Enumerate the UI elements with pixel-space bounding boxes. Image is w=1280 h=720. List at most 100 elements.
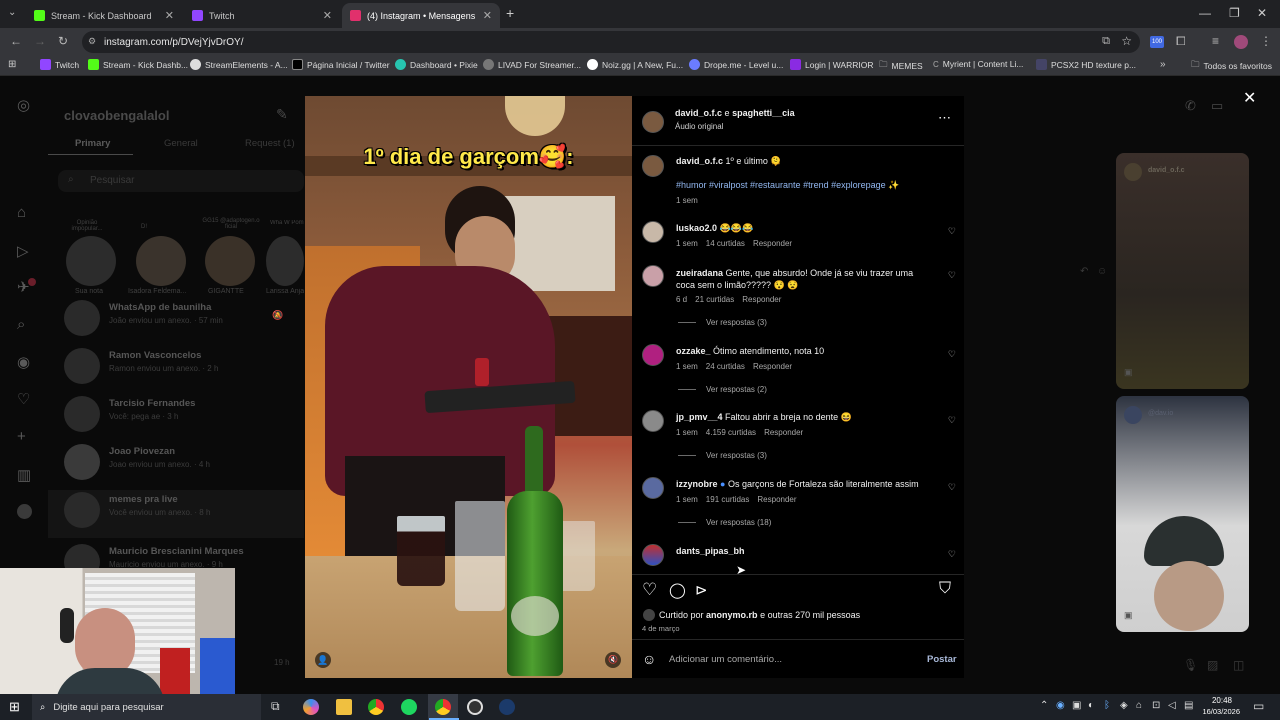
restore-icon[interactable]: ❐ [1229, 6, 1240, 20]
new-message-icon[interactable]: ✎ [276, 106, 288, 123]
sticker-icon[interactable]: ◫ [1233, 658, 1244, 672]
comment-user[interactable]: luskao2.0 [676, 223, 717, 233]
phone-icon[interactable]: ✆ [1185, 98, 1196, 114]
file-explorer-icon[interactable] [336, 699, 352, 715]
collab-link[interactable]: spaghetti__cia [732, 108, 795, 118]
reply-link[interactable]: Responder [764, 428, 803, 437]
commenter-avatar[interactable] [642, 265, 664, 287]
like-comment-icon[interactable]: ♡ [948, 349, 956, 360]
explore-icon[interactable]: ◉ [17, 353, 30, 371]
story-note[interactable] [66, 236, 116, 286]
author-avatar[interactable] [642, 155, 664, 177]
likes-count[interactable]: 14 curtidas [706, 239, 745, 248]
search-input[interactable]: ⌕ Pesquisar [58, 170, 304, 192]
bookmark-item[interactable]: Noiz.gg | A New, Fu... [587, 59, 683, 70]
story-note[interactable] [136, 236, 186, 286]
close-icon[interactable]: ✕ [323, 9, 332, 22]
chrome-icon[interactable] [435, 699, 451, 715]
create-icon[interactable]: + [17, 428, 26, 445]
all-bookmarks[interactable]: 🗀 Todos os favoritos [1191, 59, 1272, 73]
image-icon[interactable]: ▨ [1207, 658, 1218, 672]
close-window-icon[interactable]: ✕ [1257, 6, 1267, 20]
commenter-avatar[interactable] [642, 410, 664, 432]
minimize-icon[interactable]: — [1199, 6, 1211, 20]
clock-date[interactable]: 16/03/2026 [1192, 707, 1240, 716]
microphone-icon[interactable]: 🎙 [1183, 658, 1198, 672]
notifications-icon[interactable]: ♡ [17, 390, 30, 408]
chat-item[interactable]: Ramon Vasconcelos Ramon enviou um anexo. … [64, 346, 304, 390]
notifications-icon[interactable]: ▭ [1253, 699, 1264, 713]
reply-icon[interactable]: ↶ [1080, 266, 1088, 277]
tray-overflow-icon[interactable]: ⌃ [1040, 700, 1048, 711]
reply-link[interactable]: Responder [753, 362, 792, 371]
close-icon[interactable]: ✕ [165, 9, 174, 22]
tab-general[interactable]: General [164, 138, 198, 149]
mute-icon[interactable]: 🔇 [605, 652, 621, 668]
close-modal-button[interactable]: ✕ [1243, 88, 1256, 108]
bookmark-item[interactable]: Login | WARRIOR [790, 59, 874, 70]
view-replies[interactable]: Ver respostas (18) [678, 518, 771, 527]
like-post-icon[interactable]: ♡ [642, 580, 657, 600]
bookmark-item[interactable]: Stream - Kick Dashb... [88, 59, 188, 70]
comment-user[interactable]: izzynobre [676, 479, 718, 489]
tab-primary[interactable]: Primary [75, 138, 110, 149]
task-view-icon[interactable]: ⧉ [271, 699, 280, 714]
likes-count[interactable]: 191 curtidas [706, 495, 750, 504]
story-note[interactable] [266, 236, 304, 286]
extensions-icon[interactable]: ⧠ [1176, 34, 1186, 49]
likes-count[interactable]: 24 curtidas [706, 362, 745, 371]
chat-item[interactable]: Tarcisio Fernandes Você: pega ae · 3 h [64, 394, 304, 438]
bookmark-star-icon[interactable]: ☆ [1121, 34, 1132, 48]
shared-reel-card[interactable]: @dav.io ▣ [1116, 396, 1249, 632]
chat-item[interactable]: Joao Piovezan Joao enviou um anexo. · 4 h [64, 442, 304, 486]
obs-icon[interactable] [467, 699, 483, 715]
reels-icon[interactable]: ▷ [17, 242, 29, 260]
emoji-icon[interactable]: ☺ [642, 651, 656, 667]
tagged-users-icon[interactable]: 👤 [315, 652, 331, 668]
view-replies[interactable]: Ver respostas (2) [678, 385, 767, 394]
instagram-logo-icon[interactable]: ◎ [17, 96, 30, 114]
comment-input[interactable]: Adicionar um comentário... [669, 654, 782, 665]
bookmark-item[interactable]: LIVAD For Streamer... [483, 59, 581, 70]
author-avatar[interactable] [642, 111, 664, 133]
view-replies[interactable]: Ver respostas (3) [678, 318, 767, 327]
extension-badge[interactable]: 100 [1150, 36, 1164, 48]
url-field[interactable]: ⚙ instagram.com/p/DVejYjvDrOY/ ⧉ ☆ [82, 31, 1140, 53]
bookmark-item[interactable]: Dashboard • Pixie [395, 59, 478, 70]
home-icon[interactable]: ⌂ [17, 204, 26, 221]
commenter-avatar[interactable] [642, 221, 664, 243]
copilot-icon[interactable] [303, 699, 319, 715]
tray-steam-icon[interactable]: ◉ [1056, 700, 1065, 711]
search-icon[interactable]: ⌕ [17, 316, 25, 333]
menu-icon[interactable]: ⋮ [1260, 34, 1272, 48]
reload-icon[interactable]: ↻ [58, 34, 68, 48]
tab-request[interactable]: Request (1) [245, 138, 295, 149]
bookmark-item[interactable]: Drope.me - Level u... [689, 59, 783, 70]
reply-link[interactable]: Responder [742, 295, 781, 304]
dashboard-icon[interactable]: ▥ [17, 466, 31, 484]
audio-link[interactable]: Áudio original [675, 122, 723, 131]
likes-count[interactable]: 21 curtidas [695, 295, 734, 304]
tab-instagram[interactable]: (4) Instagram • Mensagens ✕ [342, 3, 500, 28]
like-comment-icon[interactable]: ♡ [948, 549, 956, 560]
clock-time[interactable]: 20:48 [1200, 696, 1232, 705]
profile-icon[interactable] [17, 504, 32, 519]
shared-reel-card[interactable]: david_o.f.c ▣ [1116, 153, 1249, 389]
windows-start-icon[interactable]: ⊞ [9, 699, 20, 715]
media-icon[interactable]: ≡ [1212, 34, 1219, 48]
steam-icon[interactable] [499, 699, 515, 715]
tray-app-icon[interactable]: ⊡ [1152, 700, 1160, 711]
new-tab-button[interactable]: + [506, 5, 514, 21]
comment-user[interactable]: dants_pipas_bh [676, 546, 745, 556]
likes-summary[interactable]: Curtido por anonymo.rb e outras 270 mil … [659, 610, 860, 620]
bookmark-item[interactable]: PCSX2 HD texture p... [1036, 59, 1136, 70]
post-comment-button[interactable]: Postar [927, 654, 957, 665]
likes-count[interactable]: 4.159 curtidas [706, 428, 756, 437]
comment-user[interactable]: zueiradana [676, 268, 723, 278]
taskbar-search[interactable]: ⌕ Digite aqui para pesquisar [32, 694, 261, 720]
story-note[interactable] [205, 236, 255, 286]
commenter-avatar[interactable] [642, 344, 664, 366]
bookmark-item[interactable]: StreamElements - A... [190, 59, 288, 70]
like-comment-icon[interactable]: ♡ [948, 415, 956, 426]
install-icon[interactable]: ⧉ [1102, 35, 1110, 48]
